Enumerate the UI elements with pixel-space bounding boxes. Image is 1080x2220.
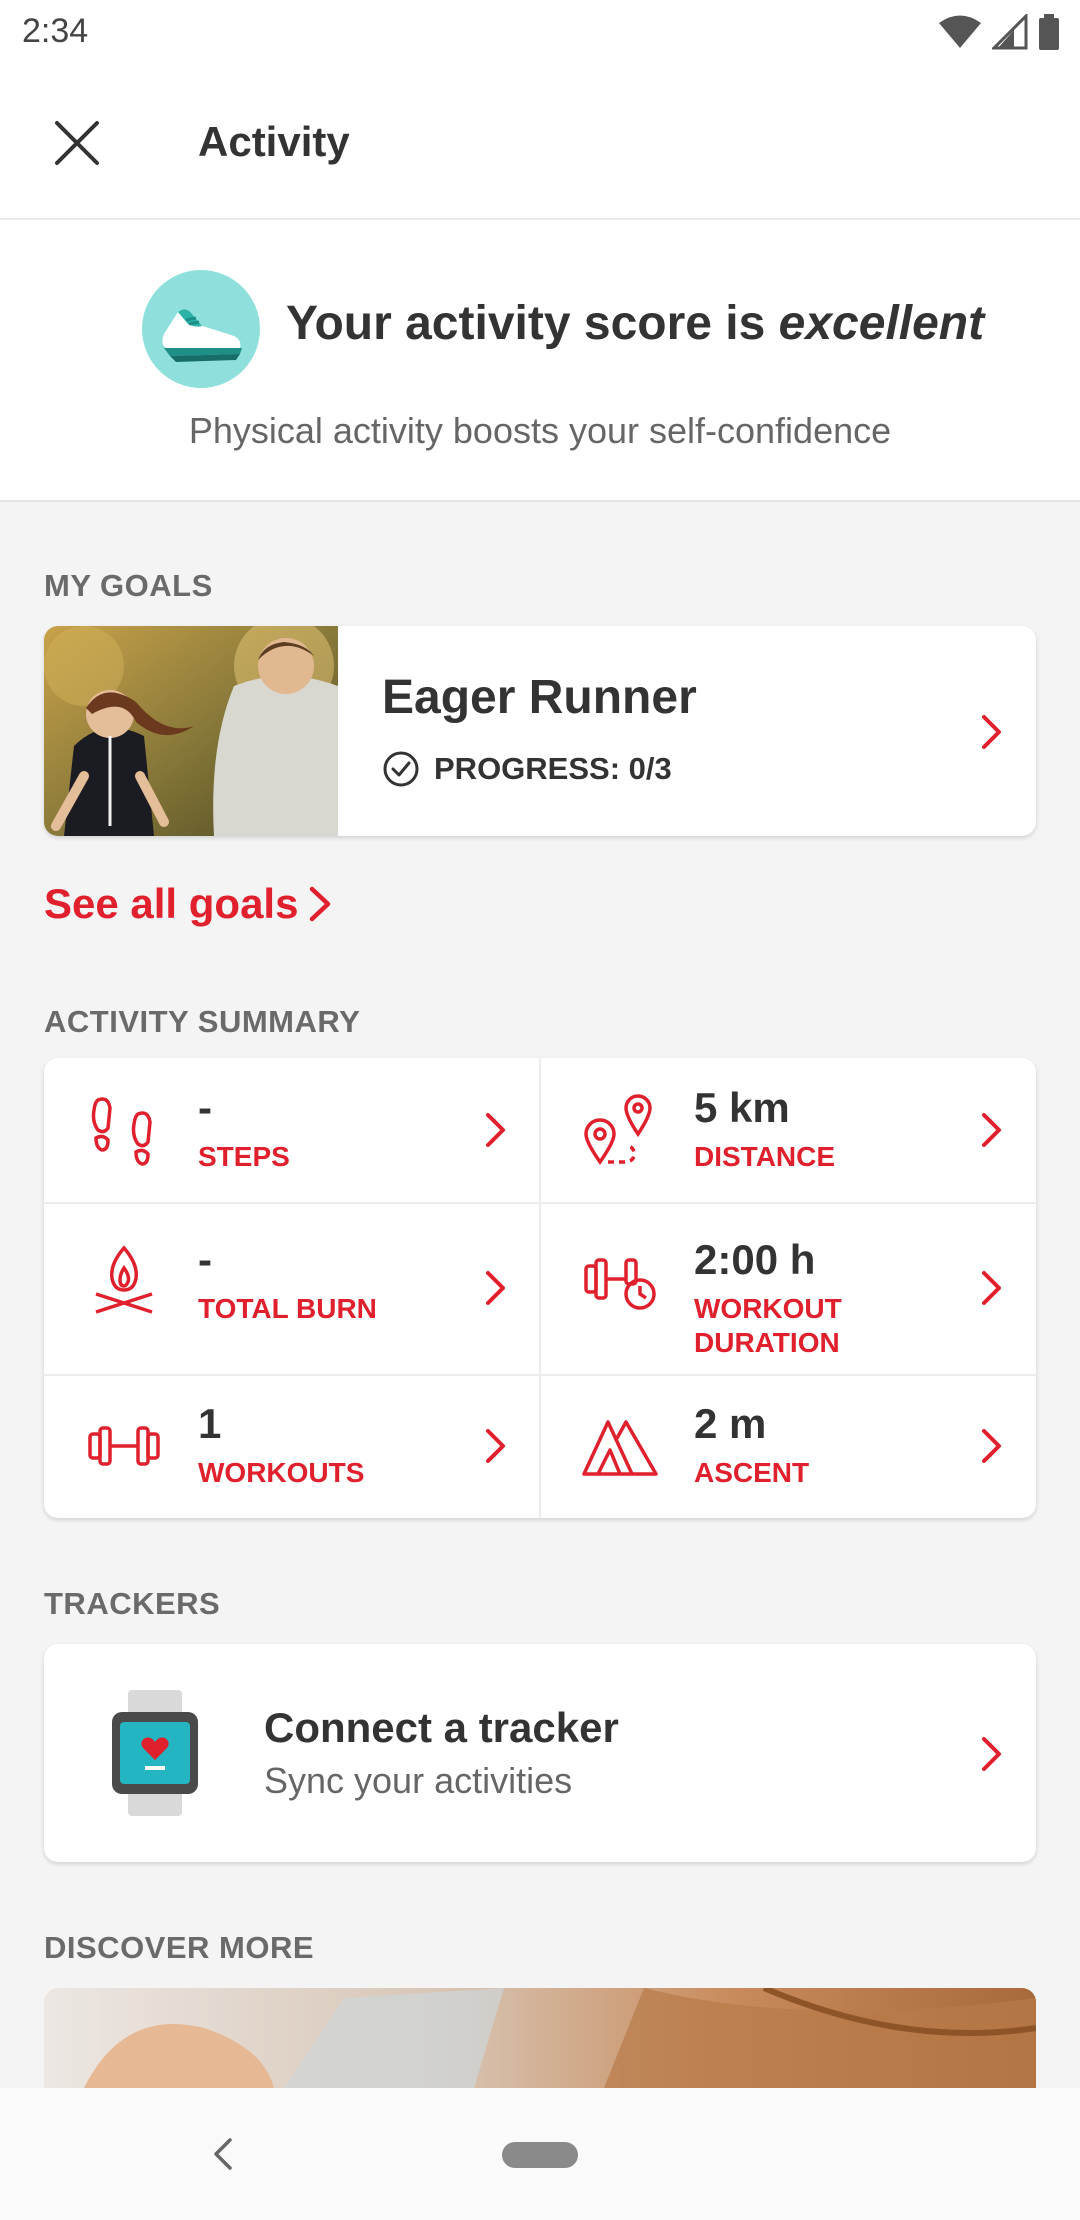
status-bar: 2:34	[0, 0, 1080, 66]
summary-value: -	[198, 1236, 212, 1283]
close-icon	[55, 121, 99, 165]
summary-label-line: DURATION	[694, 1327, 840, 1358]
summary-label: DISTANCE	[694, 1141, 836, 1172]
summary-value: 2:00 h	[694, 1236, 816, 1283]
score-value: excellent	[778, 297, 985, 350]
summary-value: 5 km	[694, 1084, 790, 1131]
tracker-subtitle: Sync your activities	[264, 1760, 573, 1801]
summary-value: 2 m	[694, 1400, 767, 1447]
summary-label: ASCENT	[694, 1457, 810, 1488]
goal-card[interactable]: Eager Runner PROGRESS: 0/3	[44, 626, 1036, 836]
system-nav-bar	[0, 2088, 1080, 2220]
summary-label: STEPS	[198, 1141, 290, 1172]
chevron-right-icon	[972, 1268, 1012, 1308]
status-icons	[938, 14, 1060, 50]
activity-summary-card: - STEPS 5 km DISTANCE - TOTAL BURN 2:00 …	[44, 1058, 1036, 1518]
chevron-right-icon	[310, 886, 331, 922]
connect-tracker-card[interactable]: Connect a tracker Sync your activities	[44, 1644, 1036, 1862]
summary-item-distance[interactable]: 5 km DISTANCE	[540, 1058, 1036, 1202]
app-bar: Activity	[0, 66, 1080, 220]
chevron-right-icon	[476, 1110, 516, 1150]
summary-value: -	[198, 1084, 212, 1131]
goal-progress: PROGRESS: 0/3	[382, 750, 672, 788]
chevron-right-icon	[476, 1268, 516, 1308]
goal-progress-text: PROGRESS: 0/3	[434, 751, 672, 786]
chevron-right-icon	[972, 1110, 1012, 1150]
section-label-trackers: TRACKERS	[44, 1586, 221, 1621]
campfire-icon	[82, 1238, 166, 1322]
status-time: 2:34	[22, 12, 89, 50]
see-all-goals-link[interactable]: See all goals	[44, 880, 332, 928]
chevron-right-icon	[476, 1426, 516, 1466]
section-label-summary: ACTIVITY SUMMARY	[44, 1004, 361, 1039]
close-button[interactable]	[40, 106, 114, 180]
section-label-goals: MY GOALS	[44, 568, 213, 603]
chevron-right-icon	[972, 1426, 1012, 1466]
home-button[interactable]	[502, 2142, 578, 2168]
runners-photo	[44, 626, 338, 836]
summary-label: TOTAL BURN	[198, 1293, 377, 1324]
summary-label: WORKOUT DURATION	[694, 1292, 842, 1360]
score-prefix: Your activity score is	[286, 297, 779, 350]
score-subtitle: Physical activity boosts your self-confi…	[188, 410, 892, 451]
running-shoe-icon	[162, 309, 242, 362]
shoe-badge	[142, 270, 260, 388]
summary-item-steps[interactable]: - STEPS	[44, 1058, 540, 1202]
mountains-icon	[578, 1404, 662, 1488]
back-icon	[214, 2138, 232, 2170]
summary-item-workouts[interactable]: 1 WORKOUTS	[44, 1374, 540, 1518]
summary-label-line: WORKOUT	[694, 1293, 842, 1324]
route-pin-icon	[578, 1088, 662, 1172]
summary-item-workout-duration[interactable]: 2:00 h WORKOUT DURATION	[540, 1202, 1036, 1374]
footsteps-icon	[82, 1088, 166, 1172]
goal-title: Eager Runner	[382, 671, 697, 724]
section-label-discover: DISCOVER MORE	[44, 1930, 315, 1965]
summary-value: 1	[198, 1400, 222, 1447]
chevron-right-icon	[972, 1734, 1012, 1774]
discover-photo[interactable]	[44, 1988, 1036, 2088]
activity-score-heading: Your activity score is excellent	[286, 296, 984, 351]
signal-icon	[992, 14, 1028, 50]
dumbbell-timer-icon	[578, 1238, 662, 1322]
tracker-title: Connect a tracker	[264, 1704, 619, 1751]
summary-item-ascent[interactable]: 2 m ASCENT	[540, 1374, 1036, 1518]
smartwatch-icon	[110, 1690, 200, 1821]
summary-item-total-burn[interactable]: - TOTAL BURN	[44, 1202, 540, 1374]
back-button[interactable]	[200, 2128, 246, 2180]
summary-label: WORKOUTS	[198, 1457, 365, 1488]
battery-icon	[1039, 14, 1059, 50]
wifi-icon	[939, 15, 981, 48]
dumbbell-icon	[82, 1404, 166, 1488]
page-title: Activity	[198, 118, 350, 165]
activity-score-banner: Your activity score is excellent Physica…	[0, 220, 1080, 502]
chevron-right-icon	[972, 712, 1012, 752]
check-circle-icon	[383, 751, 419, 787]
see-all-goals-label: See all goals	[44, 880, 299, 927]
